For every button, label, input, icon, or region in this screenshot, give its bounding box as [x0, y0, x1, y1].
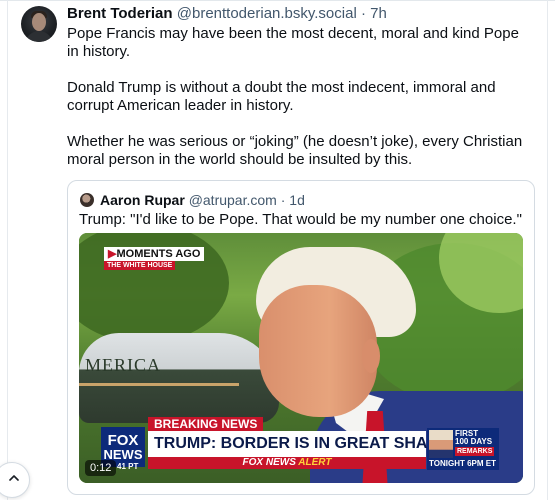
feed-page: Brent Toderian @brenttoderian.bsky.socia…	[0, 0, 555, 500]
moments-ago-text: MOMENTS AGO	[116, 248, 201, 260]
author-name[interactable]: Brent Toderian	[67, 5, 173, 22]
post-paragraph: Donald Trump is without a doubt the most…	[67, 79, 496, 114]
left-column-border	[7, 0, 8, 500]
location-label: THE WHITE HOUSE	[104, 261, 176, 270]
post-body: Pope Francis may have been the most dece…	[67, 25, 527, 187]
quoted-author-handle[interactable]: @atrupar.com	[189, 192, 277, 208]
video-duration-badge: 0:12	[85, 460, 117, 476]
quoted-author-name[interactable]: Aaron Rupar	[100, 192, 185, 208]
author-avatar[interactable]	[21, 6, 57, 42]
quoted-post-header: Aaron Rupar @atrupar.com · 1d	[100, 191, 305, 209]
moments-ago-label: ▶MOMENTS AGO	[104, 247, 205, 261]
quoted-header-separator: ·	[280, 192, 286, 208]
fox-news-alert-bar: FOX NEWS ALERT	[148, 457, 426, 469]
helicopter-lettering: MERICA	[85, 355, 162, 375]
quoted-post-card[interactable]: Aaron Rupar @atrupar.com · 1d Trump: "I'…	[67, 180, 535, 495]
post-timestamp[interactable]: 7h	[370, 5, 387, 22]
alert-word: ALERT	[298, 457, 332, 468]
scroll-to-top-button[interactable]	[0, 462, 30, 498]
first-100-days-promo: FIRST 100 DAYS REMARKS TONIGHT 6PM ET	[427, 428, 499, 470]
quoted-author-avatar[interactable]	[80, 193, 94, 207]
header-separator: ·	[360, 5, 366, 22]
chevron-up-icon	[9, 475, 19, 481]
news-headline: TRUMP: BORDER IS IN GREAT SHAPE	[148, 431, 449, 457]
author-handle[interactable]: @brenttoderian.bsky.social	[177, 5, 357, 22]
breaking-news-banner: BREAKING NEWS	[148, 417, 264, 431]
top-divider	[0, 0, 555, 1]
helicopter-image	[79, 333, 279, 423]
quoted-post-text: Trump: "I'd like to be Pope. That would …	[79, 211, 522, 228]
post-paragraph: Whether he was serious or “joking” (he d…	[67, 133, 523, 168]
post-header: Brent Toderian @brenttoderian.bsky.socia…	[67, 4, 387, 24]
broadcast-clock: 41 PT	[117, 462, 139, 471]
video-player[interactable]: MERICA ▶MOMENTS AGO THE WHITE HOUSE FOX …	[79, 233, 523, 483]
alert-brand: FOX NEWS	[242, 457, 296, 468]
quoted-post-timestamp[interactable]: 1d	[289, 192, 305, 208]
right-column-border	[547, 0, 548, 500]
post-paragraph: Pope Francis may have been the most dece…	[67, 25, 519, 60]
